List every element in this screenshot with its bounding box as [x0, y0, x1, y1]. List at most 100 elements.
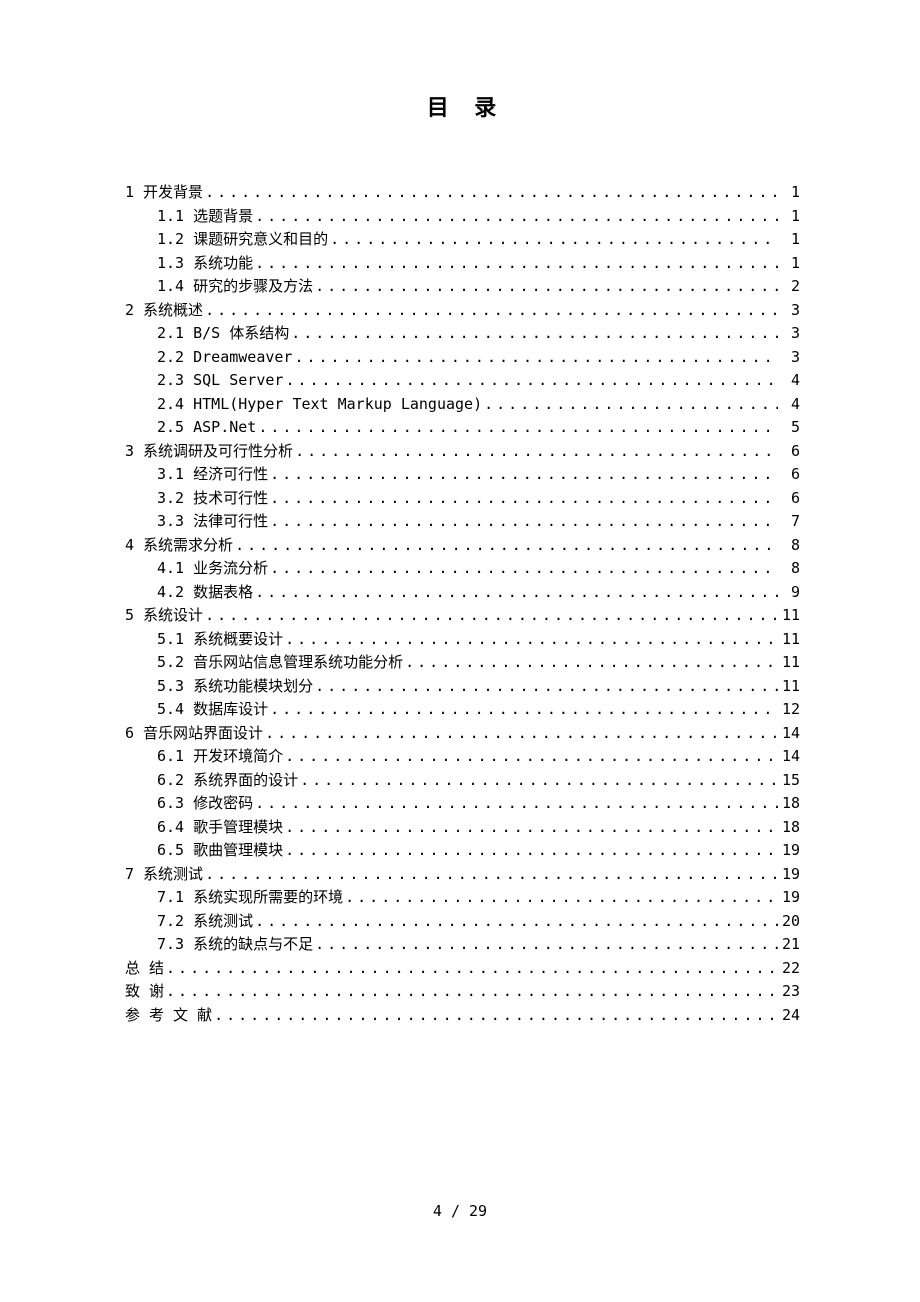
- toc-leader-dots: ........................................…: [345, 885, 778, 909]
- toc-entry-page: 9: [780, 580, 800, 604]
- toc-entry-label: 7 系统测试: [125, 862, 203, 886]
- toc-entry: 2.4 HTML(Hyper Text Markup Language)....…: [125, 392, 800, 416]
- toc-leader-dots: ........................................…: [484, 392, 778, 416]
- toc-entry-label: 参 考 文 献: [125, 1003, 212, 1027]
- toc-entry-label: 3.1 经济可行性: [157, 462, 268, 486]
- toc-entry-page: 1: [780, 204, 800, 228]
- toc-entry-page: 18: [780, 791, 800, 815]
- toc-entry-label: 5.3 系统功能模块划分: [157, 674, 313, 698]
- toc-leader-dots: ........................................…: [270, 509, 778, 533]
- toc-entry-label: 6.2 系统界面的设计: [157, 768, 298, 792]
- toc-entry-page: 18: [780, 815, 800, 839]
- toc-entry: 2.3 SQL Server..........................…: [125, 368, 800, 392]
- toc-entry-label: 1 开发背景: [125, 180, 203, 204]
- toc-entry: 4 系统需求分析................................…: [125, 533, 800, 557]
- toc-leader-dots: ........................................…: [255, 791, 778, 815]
- toc-entry: 3.2 技术可行性...............................…: [125, 486, 800, 510]
- toc-leader-dots: ........................................…: [270, 462, 778, 486]
- toc-entry-page: 24: [780, 1003, 800, 1027]
- toc-entry: 6.3 修改密码................................…: [125, 791, 800, 815]
- toc-entry-page: 11: [780, 603, 800, 627]
- toc-leader-dots: ........................................…: [166, 956, 778, 980]
- toc-leader-dots: ........................................…: [214, 1003, 778, 1027]
- toc-entry-page: 2: [780, 274, 800, 298]
- page-footer: 4 / 29: [0, 1202, 920, 1220]
- toc-entry-page: 11: [780, 650, 800, 674]
- toc-entry: 7 系统测试..................................…: [125, 862, 800, 886]
- toc-entry-label: 2.2 Dreamweaver: [157, 345, 292, 369]
- toc-leader-dots: ........................................…: [258, 415, 778, 439]
- toc-entry: 5.3 系统功能模块划分............................…: [125, 674, 800, 698]
- toc-leader-dots: ........................................…: [205, 180, 778, 204]
- toc-entry-page: 21: [780, 932, 800, 956]
- toc-entry-page: 20: [780, 909, 800, 933]
- toc-leader-dots: ........................................…: [285, 744, 778, 768]
- toc-leader-dots: ........................................…: [265, 721, 778, 745]
- toc-entry: 3.1 经济可行性...............................…: [125, 462, 800, 486]
- toc-leader-dots: ........................................…: [285, 815, 778, 839]
- toc-entry: 7.3 系统的缺点与不足............................…: [125, 932, 800, 956]
- toc-entry-label: 总 结: [125, 956, 164, 980]
- toc-entry-label: 2.1 B/S 体系结构: [157, 321, 289, 345]
- toc-entry-label: 2.4 HTML(Hyper Text Markup Language): [157, 392, 482, 416]
- toc-leader-dots: ........................................…: [294, 345, 778, 369]
- toc-leader-dots: ........................................…: [235, 533, 778, 557]
- toc-entry-page: 14: [780, 721, 800, 745]
- toc-entry: 1 开发背景..................................…: [125, 180, 800, 204]
- toc-entry-page: 22: [780, 956, 800, 980]
- toc-leader-dots: ........................................…: [205, 298, 778, 322]
- toc-entry: 2.2 Dreamweaver.........................…: [125, 345, 800, 369]
- toc-entry-label: 7.3 系统的缺点与不足: [157, 932, 313, 956]
- toc-entry-label: 1.3 系统功能: [157, 251, 253, 275]
- toc-entry-page: 11: [780, 627, 800, 651]
- toc-entry-label: 3.2 技术可行性: [157, 486, 268, 510]
- toc-entry-label: 1.2 课题研究意义和目的: [157, 227, 328, 251]
- toc-entry-page: 5: [780, 415, 800, 439]
- table-of-contents: 1 开发背景..................................…: [125, 180, 800, 1026]
- toc-entry: 3 系统调研及可行性分析............................…: [125, 439, 800, 463]
- toc-entry-page: 8: [780, 533, 800, 557]
- toc-entry-page: 8: [780, 556, 800, 580]
- toc-entry-label: 3.3 法律可行性: [157, 509, 268, 533]
- toc-leader-dots: ........................................…: [405, 650, 778, 674]
- toc-leader-dots: ........................................…: [285, 627, 778, 651]
- toc-entry: 4.1 业务流分析...............................…: [125, 556, 800, 580]
- toc-entry-label: 2.5 ASP.Net: [157, 415, 256, 439]
- toc-entry-label: 6.4 歌手管理模块: [157, 815, 283, 839]
- toc-entry-label: 1.4 研究的步骤及方法: [157, 274, 313, 298]
- toc-leader-dots: ........................................…: [255, 909, 778, 933]
- toc-entry-page: 1: [780, 227, 800, 251]
- toc-leader-dots: ........................................…: [315, 674, 778, 698]
- toc-entry-page: 1: [780, 251, 800, 275]
- toc-entry-label: 6.5 歌曲管理模块: [157, 838, 283, 862]
- toc-entry-page: 3: [780, 298, 800, 322]
- toc-entry: 参 考 文 献.................................…: [125, 1003, 800, 1027]
- toc-entry-page: 7: [780, 509, 800, 533]
- toc-entry-label: 5.1 系统概要设计: [157, 627, 283, 651]
- toc-leader-dots: ........................................…: [270, 556, 778, 580]
- toc-entry-label: 2.3 SQL Server: [157, 368, 283, 392]
- toc-entry-page: 19: [780, 838, 800, 862]
- toc-entry-label: 6 音乐网站界面设计: [125, 721, 263, 745]
- page-title: 目 录: [133, 90, 800, 122]
- toc-entry: 7.1 系统实现所需要的环境..........................…: [125, 885, 800, 909]
- toc-entry-label: 7.2 系统测试: [157, 909, 253, 933]
- toc-entry-page: 12: [780, 697, 800, 721]
- toc-entry-page: 19: [780, 885, 800, 909]
- toc-leader-dots: ........................................…: [255, 251, 778, 275]
- toc-entry-page: 4: [780, 368, 800, 392]
- toc-entry-page: 23: [780, 979, 800, 1003]
- toc-entry: 1.3 系统功能................................…: [125, 251, 800, 275]
- toc-entry: 4.2 数据表格................................…: [125, 580, 800, 604]
- toc-entry: 5.4 数据库设计...............................…: [125, 697, 800, 721]
- toc-leader-dots: ........................................…: [255, 204, 778, 228]
- toc-leader-dots: ........................................…: [166, 979, 778, 1003]
- toc-leader-dots: ........................................…: [330, 227, 778, 251]
- toc-entry-page: 19: [780, 862, 800, 886]
- toc-entry-label: 3 系统调研及可行性分析: [125, 439, 293, 463]
- toc-entry: 5.1 系统概要设计..............................…: [125, 627, 800, 651]
- toc-entry-page: 14: [780, 744, 800, 768]
- toc-entry: 6.1 开发环境简介..............................…: [125, 744, 800, 768]
- toc-entry: 6.5 歌曲管理模块..............................…: [125, 838, 800, 862]
- toc-entry: 3.3 法律可行性...............................…: [125, 509, 800, 533]
